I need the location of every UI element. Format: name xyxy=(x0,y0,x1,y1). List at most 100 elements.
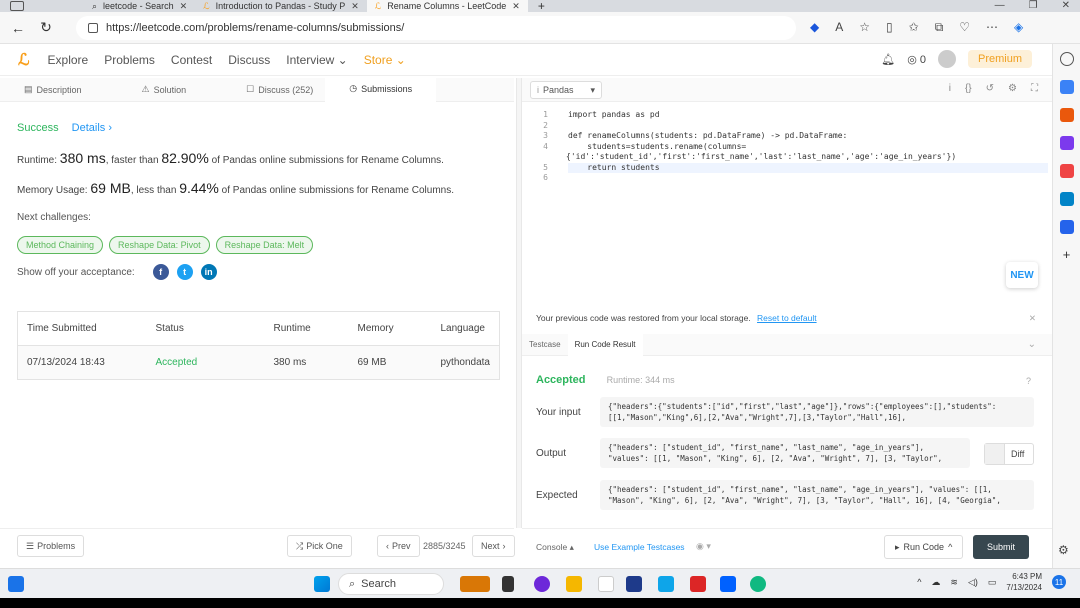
prev-button[interactable]: ‹ Prev xyxy=(377,535,420,557)
output-box[interactable]: {"headers": ["student_id", "first_name",… xyxy=(600,438,970,468)
close-icon[interactable]: ✕ xyxy=(180,1,188,12)
games-icon[interactable] xyxy=(1059,136,1074,150)
next-button[interactable]: Next › xyxy=(472,535,515,557)
fullscreen-icon[interactable]: ⛶ xyxy=(1031,83,1038,94)
tab-submissions[interactable]: ◷ Submissions xyxy=(325,77,437,102)
diff-toggle[interactable]: Diff xyxy=(984,443,1034,465)
console-button[interactable]: Console ▴ xyxy=(536,542,574,553)
toggle-switch[interactable] xyxy=(985,444,1005,464)
notification-icon[interactable]: 🔔︎ xyxy=(881,53,895,66)
details-link[interactable]: Details › xyxy=(72,122,112,134)
settings-icon[interactable]: ⚙ xyxy=(1058,543,1069,557)
read-aloud-icon[interactable]: A xyxy=(835,20,843,35)
use-example-testcases-link[interactable]: Use Example Testcases xyxy=(594,542,685,552)
store-icon[interactable] xyxy=(626,576,642,592)
favorite-icon[interactable]: ☆ xyxy=(859,20,870,35)
edge-icon[interactable] xyxy=(750,576,766,592)
favorites-icon[interactable]: ✩ xyxy=(909,20,919,35)
taskbar-app-icon[interactable] xyxy=(460,576,490,592)
tab-solution[interactable]: ⚠ Solution xyxy=(94,78,199,102)
submit-button[interactable]: Submit xyxy=(973,535,1029,559)
linkedin-icon[interactable]: in xyxy=(200,264,217,280)
expected-box[interactable]: {"headers": ["student_id", "first_name",… xyxy=(600,480,1034,510)
outlook-icon[interactable] xyxy=(1059,192,1074,206)
challenge-chip[interactable]: Method Chaining xyxy=(17,236,104,254)
chevron-up-icon[interactable]: ^ xyxy=(917,577,921,587)
start-icon[interactable] xyxy=(314,576,330,592)
settings-icon[interactable]: ⚙ xyxy=(1008,83,1017,94)
code-editor[interactable]: 1 2 3 4 5 6 import pandas as pd def rena… xyxy=(522,110,1052,300)
browser-tab-search[interactable]: ⌕ leetcode - Search ✕ xyxy=(84,0,195,12)
office-icon[interactable] xyxy=(1059,164,1074,178)
workspaces-icon[interactable] xyxy=(10,1,24,11)
nav-contest[interactable]: Contest xyxy=(171,53,212,67)
notepad-icon[interactable] xyxy=(598,576,614,592)
wifi-icon[interactable]: ≋ xyxy=(950,577,958,588)
nav-store[interactable]: Store ⌄ xyxy=(364,53,406,67)
language-select[interactable]: i Pandas ▾ xyxy=(530,81,602,99)
shopping-icon[interactable] xyxy=(1059,80,1074,94)
copilot-icon[interactable]: ◈ xyxy=(1014,20,1023,35)
word-icon[interactable] xyxy=(1059,220,1074,234)
split-screen-icon[interactable]: ▯ xyxy=(886,20,893,35)
facebook-icon[interactable]: f xyxy=(152,264,169,280)
challenge-chip[interactable]: Reshape Data: Pivot xyxy=(109,236,210,254)
twitter-icon[interactable]: t xyxy=(176,264,193,280)
run-code-button[interactable]: ▸ Run Code ^ xyxy=(884,535,964,559)
collections-icon[interactable]: ⧉ xyxy=(935,20,944,35)
nav-explore[interactable]: Explore xyxy=(48,53,89,67)
reset-icon[interactable]: ↺ xyxy=(986,83,994,94)
status-link[interactable]: Accepted xyxy=(146,345,265,380)
premium-button[interactable]: Premium xyxy=(967,50,1032,68)
reset-to-default-link[interactable]: Reset to default xyxy=(757,313,817,323)
help-icon[interactable]: ? xyxy=(1026,376,1031,386)
pick-one-button[interactable]: ⤮ Pick One xyxy=(287,535,352,557)
browser-tab-rename-columns[interactable]: ℒ Rename Columns - LeetCode ✕ xyxy=(366,0,528,12)
your-input-box[interactable]: {"headers":{"students":["id","first","la… xyxy=(600,397,1034,427)
battery-icon[interactable]: ▭ xyxy=(988,577,997,588)
new-feature-badge[interactable]: NEW xyxy=(1006,262,1038,288)
refresh-icon[interactable]: ↻ xyxy=(32,19,60,36)
tab-run-code-result[interactable]: Run Code Result xyxy=(567,333,643,356)
tag-icon[interactable]: ◆ xyxy=(810,20,819,35)
minimize-icon[interactable]: — xyxy=(995,0,1005,11)
url-field[interactable]: https://leetcode.com/problems/rename-col… xyxy=(76,16,796,40)
browser-tab-pandas[interactable]: ℒ Introduction to Pandas - Study P ✕ xyxy=(195,0,367,12)
challenge-chip[interactable]: Reshape Data: Melt xyxy=(215,236,314,254)
close-icon[interactable]: ✕ xyxy=(351,1,359,12)
add-icon[interactable]: + xyxy=(1060,248,1074,262)
tab-testcase[interactable]: Testcase xyxy=(522,334,568,356)
help-icon[interactable]: ◉ ▾ xyxy=(696,541,711,552)
clock[interactable]: 6:43 PM 7/13/2024 xyxy=(1006,571,1042,593)
nav-interview[interactable]: Interview ⌄ xyxy=(286,53,347,67)
leetcode-logo-icon[interactable]: ℒ xyxy=(18,50,30,70)
close-window-icon[interactable]: ✕ xyxy=(1062,0,1070,11)
app-l-icon[interactable] xyxy=(658,576,674,592)
widgets-icon[interactable] xyxy=(8,576,24,592)
back-icon[interactable]: ← xyxy=(4,20,32,36)
cloud-icon[interactable]: ☁ xyxy=(931,577,940,588)
file-explorer-icon[interactable] xyxy=(566,576,582,592)
task-view-icon[interactable] xyxy=(502,576,514,592)
teams-icon[interactable] xyxy=(534,576,550,592)
tab-description[interactable]: ▤ Description xyxy=(0,78,94,102)
braces-icon[interactable]: {} xyxy=(965,83,972,94)
maximize-icon[interactable]: ❐ xyxy=(1029,0,1038,11)
browser-essentials-icon[interactable]: ♡ xyxy=(959,20,970,35)
site-info-icon[interactable] xyxy=(88,23,98,33)
notification-badge[interactable]: 11 xyxy=(1052,575,1066,589)
mcafee-icon[interactable] xyxy=(690,576,706,592)
problems-button[interactable]: ☰ Problems xyxy=(17,535,85,557)
search-icon[interactable] xyxy=(1059,52,1074,66)
dropbox-icon[interactable] xyxy=(720,576,736,592)
coins[interactable]: ◎ 0 xyxy=(907,53,926,66)
more-icon[interactable]: ⋯ xyxy=(986,20,998,35)
tab-discuss[interactable]: ☐ Discuss (252) xyxy=(198,78,325,102)
avatar[interactable] xyxy=(937,50,956,68)
nav-problems[interactable]: Problems xyxy=(104,53,155,67)
volume-icon[interactable]: ◁) xyxy=(968,577,978,588)
close-icon[interactable]: ✕ xyxy=(512,1,520,12)
taskbar-search[interactable]: ⌕ Search xyxy=(338,573,444,595)
table-row[interactable]: 07/13/2024 18:43 Accepted 380 ms 69 MB p… xyxy=(17,345,500,380)
tools-icon[interactable] xyxy=(1059,108,1074,122)
